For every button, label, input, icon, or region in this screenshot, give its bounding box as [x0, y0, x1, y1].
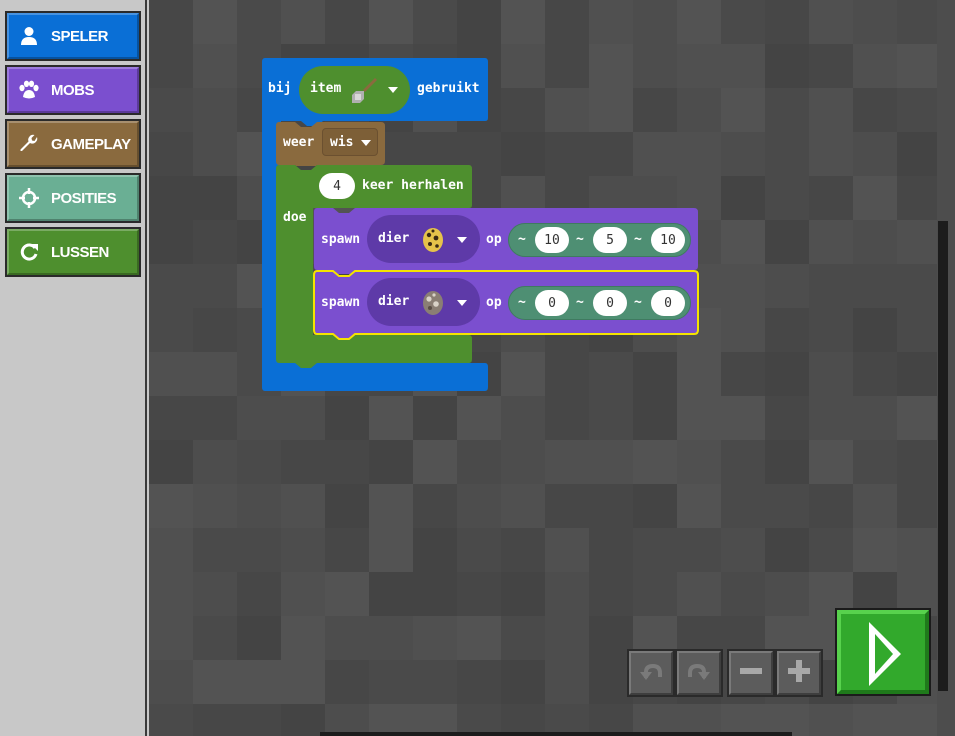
position-block[interactable]: ~ 10 ~ 5 ~ 10 [508, 223, 691, 257]
chevron-down-icon [388, 87, 398, 93]
category-label: LUSSEN [51, 243, 109, 261]
category-label: MOBS [51, 81, 95, 99]
chevron-down-icon [361, 140, 371, 146]
category-mobs[interactable]: MOBS [5, 65, 141, 115]
spider-egg-icon [421, 289, 445, 319]
position-block[interactable]: ~ 0 ~ 0 ~ 0 [508, 286, 691, 320]
animal-dropdown[interactable]: dier [367, 278, 480, 326]
animal-dropdown-label: dier [378, 294, 410, 309]
y-coordinate-input[interactable]: 0 [593, 290, 627, 316]
z-coordinate-input[interactable]: 10 [651, 227, 685, 253]
plus-icon [787, 659, 811, 687]
repeat-count-input[interactable]: 4 [319, 173, 355, 199]
category-posities[interactable]: POSITIES [5, 173, 141, 223]
event-prefix: bij [268, 81, 292, 96]
do-label: doe [283, 210, 307, 225]
undo-button[interactable] [627, 649, 675, 697]
minus-icon [739, 659, 763, 687]
event-suffix: gebruikt [417, 81, 480, 96]
paw-icon [7, 80, 51, 100]
person-icon [7, 26, 51, 46]
category-speler[interactable]: SPELER [5, 11, 141, 61]
category-label: SPELER [51, 27, 109, 45]
spawn-block-selected[interactable]: spawn dier op ~ 0 ~ 0 ~ 0 [313, 270, 700, 342]
crosshair-icon [7, 188, 51, 208]
redo-icon [686, 660, 712, 686]
run-button[interactable] [835, 608, 931, 696]
chevron-down-icon [457, 300, 467, 306]
tilde-label: ~ [634, 232, 642, 247]
animal-dropdown-label: dier [378, 231, 410, 246]
vertical-scrollbar[interactable] [938, 221, 948, 691]
tilde-label: ~ [518, 295, 526, 310]
x-coordinate-input[interactable]: 0 [535, 290, 569, 316]
ocelot-egg-icon [421, 226, 445, 256]
horizontal-scrollbar[interactable] [320, 732, 792, 736]
repeat-label: keer herhalen [362, 178, 464, 193]
weather-dropdown-label: wis [330, 135, 354, 150]
loop-icon [7, 242, 51, 262]
spawn-block[interactable]: spawn dier op ~ 10 ~ 5 ~ 10 [313, 208, 700, 274]
tilde-label: ~ [576, 295, 584, 310]
weather-label: weer [283, 135, 315, 150]
shovel-icon [351, 76, 379, 108]
category-label: GAMEPLAY [51, 135, 131, 153]
category-label: POSITIES [51, 189, 117, 207]
z-coordinate-input[interactable]: 0 [651, 290, 685, 316]
category-lussen[interactable]: LUSSEN [5, 227, 141, 277]
redo-button[interactable] [675, 649, 723, 697]
category-gameplay[interactable]: GAMEPLAY [5, 119, 141, 169]
play-icon [867, 622, 903, 690]
item-dropdown[interactable]: item [299, 66, 410, 114]
toolbox: SPELER MOBS GAMEPLAY POSITIES LUSSEN [0, 0, 147, 736]
chevron-down-icon [457, 237, 467, 243]
at-label: op [486, 232, 502, 247]
weather-block[interactable]: weer wis [275, 122, 387, 166]
zoom-out-button[interactable] [727, 649, 775, 697]
zoom-in-button[interactable] [775, 649, 823, 697]
wrench-icon [7, 134, 51, 154]
at-label: op [486, 295, 502, 310]
weather-dropdown[interactable]: wis [322, 128, 378, 156]
spawn-label: spawn [321, 295, 361, 310]
tilde-label: ~ [576, 232, 584, 247]
animal-dropdown[interactable]: dier [367, 215, 480, 263]
item-dropdown-label: item [310, 81, 342, 96]
y-coordinate-input[interactable]: 5 [593, 227, 627, 253]
undo-icon [638, 660, 664, 686]
tilde-label: ~ [518, 232, 526, 247]
tilde-label: ~ [634, 295, 642, 310]
x-coordinate-input[interactable]: 10 [535, 227, 569, 253]
spawn-label: spawn [321, 232, 361, 247]
